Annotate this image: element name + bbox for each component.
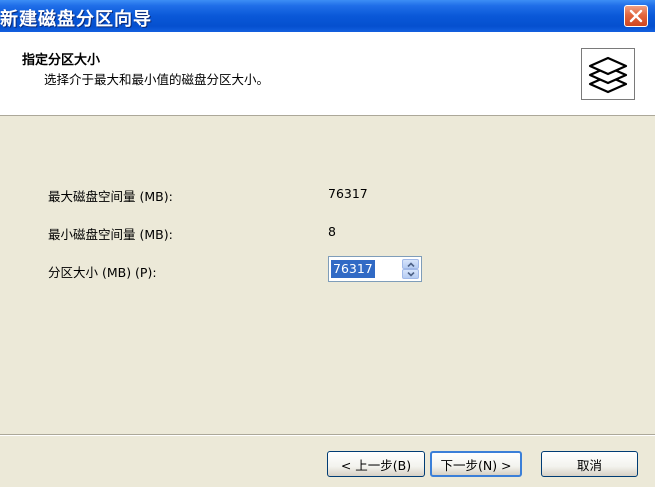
back-button[interactable]: < 上一步(B) bbox=[327, 451, 425, 477]
disk-stack-icon bbox=[581, 48, 635, 100]
close-icon bbox=[629, 9, 643, 23]
stepper-up-button[interactable] bbox=[402, 259, 419, 269]
partition-size-stepper[interactable]: 76317 bbox=[328, 256, 422, 282]
max-space-value: 76317 bbox=[328, 186, 368, 201]
chevron-down-icon bbox=[406, 271, 415, 277]
title-bar[interactable]: 新建磁盘分区向导 bbox=[0, 0, 655, 32]
next-button[interactable]: 下一步(N) > bbox=[430, 451, 522, 477]
chevron-up-icon bbox=[406, 261, 415, 267]
min-space-value: 8 bbox=[328, 224, 336, 239]
partition-size-label: 分区大小 (MB) (P): bbox=[48, 265, 157, 280]
window-title: 新建磁盘分区向导 bbox=[0, 9, 152, 30]
stepper-buttons bbox=[402, 259, 419, 279]
cancel-button[interactable]: 取消 bbox=[541, 451, 638, 477]
footer-separator bbox=[0, 434, 655, 436]
page-title: 指定分区大小 bbox=[22, 53, 101, 68]
min-space-label: 最小磁盘空间量 (MB): bbox=[48, 227, 173, 242]
page-subtitle: 选择介于最大和最小值的磁盘分区大小。 bbox=[44, 72, 270, 87]
close-button[interactable] bbox=[624, 5, 648, 27]
stepper-down-button[interactable] bbox=[402, 269, 419, 279]
max-space-label: 最大磁盘空间量 (MB): bbox=[48, 189, 173, 204]
partition-size-input[interactable]: 76317 bbox=[331, 260, 375, 278]
wizard-header: 指定分区大小 选择介于最大和最小值的磁盘分区大小。 bbox=[0, 32, 655, 116]
